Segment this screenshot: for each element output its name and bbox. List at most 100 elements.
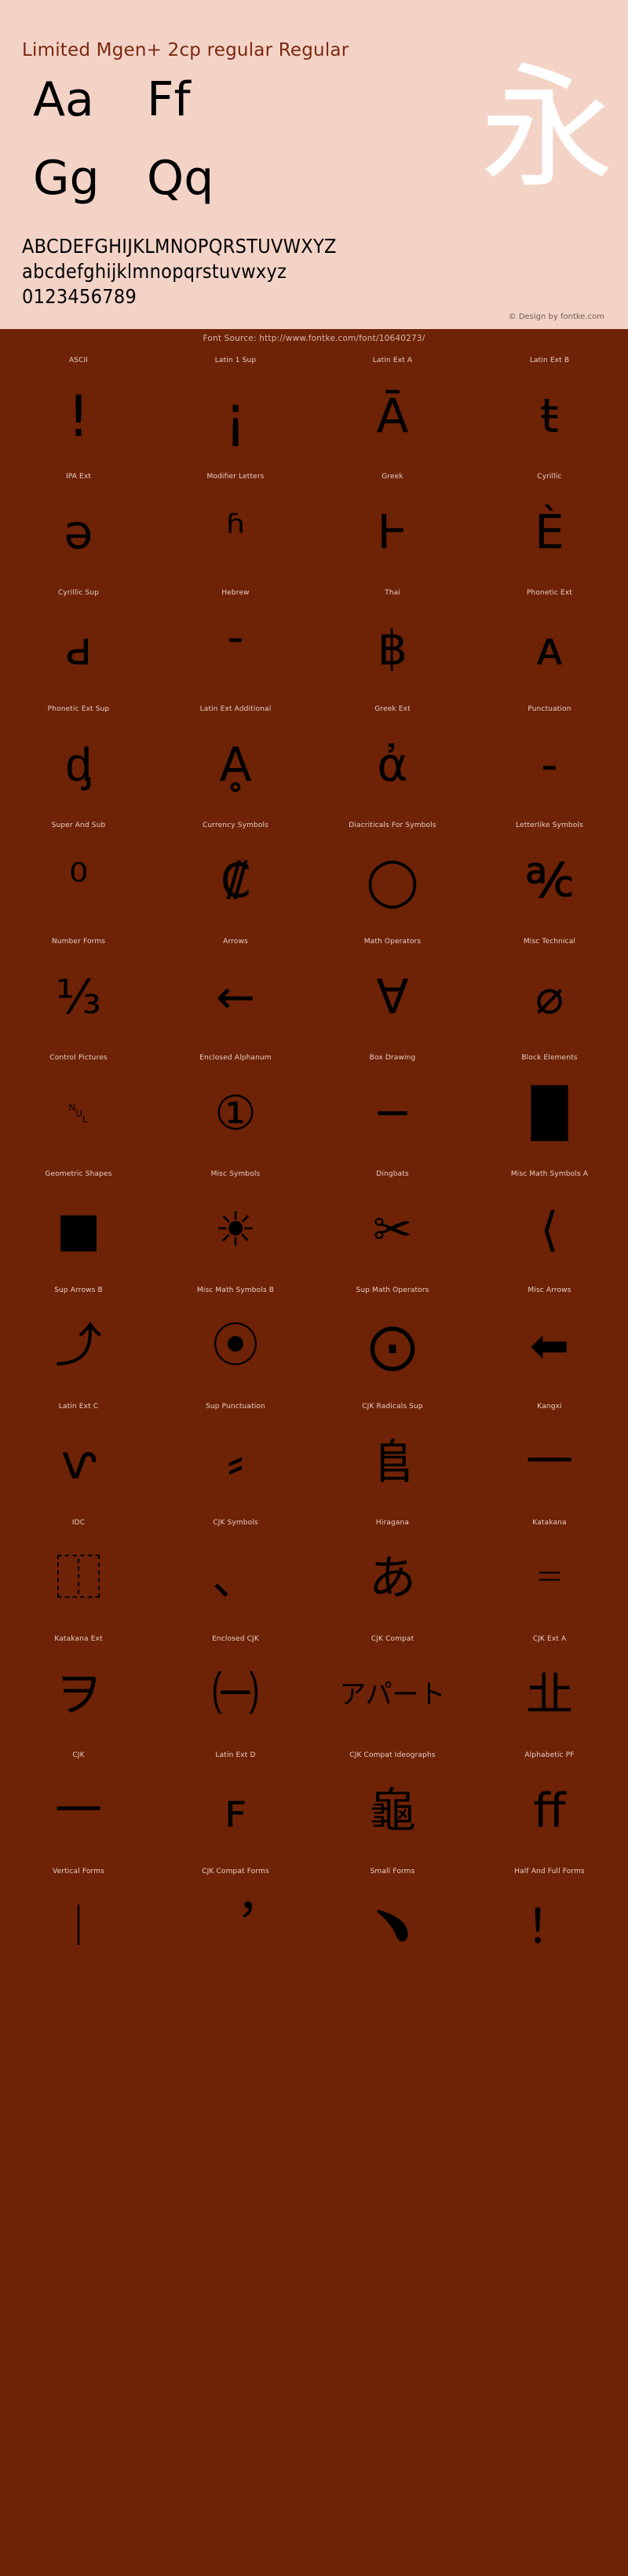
unicode-block-cell[interactable]: Alphabetic PF ﬀ xyxy=(471,1747,628,1863)
unicode-block-cell[interactable]: ASCII! xyxy=(0,352,157,468)
unicode-block-cell[interactable]: IDC ⿰ xyxy=(0,1514,157,1630)
unicode-block-cell[interactable]: Currency Symbols ₡ xyxy=(157,817,314,933)
unicode-block-label: CJK Compat Forms xyxy=(202,1868,269,1876)
unicode-block-cell[interactable]: Hiragana あ xyxy=(314,1514,471,1630)
unicode-block-cell[interactable]: Hebrew ־ xyxy=(157,584,314,701)
unicode-block-cell[interactable]: Geometric Shapes ■ xyxy=(0,1165,157,1282)
unicode-block-glyph: ︱ xyxy=(55,1900,102,1956)
unicode-block-cell[interactable]: Misc Arrows ⬅ xyxy=(471,1282,628,1398)
unicode-block-label: Diacriticals For Symbols xyxy=(349,821,436,830)
unicode-block-cell[interactable]: Misc Technical ⌀ xyxy=(471,933,628,1049)
unicode-block-cell[interactable]: Vertical Forms ︱ xyxy=(0,1863,157,1979)
block-row: CJK 一 Latin Ext D ꜰ CJK Compat Ideographs 龜 Al… xyxy=(0,1747,628,1863)
block-row: Geometric Shapes ■ Misc Symbols ☀ Dingbats ✂ M… xyxy=(0,1165,628,1282)
unicode-block-label: Arrows xyxy=(223,938,248,946)
unicode-block-label: ASCII xyxy=(68,357,89,365)
unicode-block-label: Phonetic Ext Sup xyxy=(47,705,110,714)
unicode-block-cell[interactable]: CJK Symbols 、 xyxy=(157,1514,314,1630)
unicode-block-cell[interactable]: Misc Symbols ☀ xyxy=(157,1165,314,1282)
unicode-block-cell[interactable]: Diacriticals For Symbols ◯ xyxy=(314,817,471,933)
block-row: Katakana Ext ヲ Enclosed CJK ㈠ CJK Compat アパート… xyxy=(0,1630,628,1747)
unicode-block-cell[interactable]: Punctuation ‐ xyxy=(471,701,628,817)
unicode-block-cell[interactable]: Latin Ext B ŧ xyxy=(471,352,628,468)
unicode-block-label: Modifier Letters xyxy=(206,473,265,481)
block-row: IPA Ext ǝ Modifier Letters ʱ Greek Ͱ Cyrillic È xyxy=(0,468,628,584)
unicode-block-label: Sup Arrows B xyxy=(54,1286,103,1295)
specimen-header: Limited Mgen+ 2cp regular Regular 永 Aa F… xyxy=(0,0,628,330)
unicode-block-label: IPA Ext xyxy=(65,473,92,481)
unicode-block-label: CJK Compat Ideographs xyxy=(349,1751,436,1760)
unicode-block-glyph: ⸗ xyxy=(228,1435,243,1491)
unicode-block-label: Alphabetic PF xyxy=(524,1751,575,1760)
unicode-block-cell[interactable]: Greek Ͱ xyxy=(314,468,471,584)
unicode-block-cell[interactable]: Latin Ext D ꜰ xyxy=(157,1747,314,1863)
block-row: Cyrillic Sup ԁ Hebrew ־ Thai ฿ Phonetic Ext ᴀ xyxy=(0,584,628,701)
unicode-block-cell[interactable]: Katakana Ext ヲ xyxy=(0,1630,157,1747)
unicode-block-cell[interactable]: Sup Math Operators ⨀ xyxy=(314,1282,471,1398)
unicode-block-glyph: ← xyxy=(215,970,256,1026)
unicode-block-glyph: ⌀ xyxy=(535,970,564,1026)
unicode-block-cell[interactable]: Number Forms ⅓ xyxy=(0,933,157,1049)
unicode-block-cell[interactable]: Cyrillic Sup ԁ xyxy=(0,584,157,701)
unicode-block-cell[interactable]: Small Forms ﹅ xyxy=(314,1863,471,1979)
unicode-block-cell[interactable]: Box Drawing ─ xyxy=(314,1049,471,1165)
unicode-block-cell[interactable]: Block Elements █ xyxy=(471,1049,628,1165)
unicode-block-cell[interactable]: Misc Math Symbols B ⦿ xyxy=(157,1282,314,1398)
unicode-block-cell[interactable]: Latin Ext Additional Ḁ xyxy=(157,701,314,817)
unicode-block-cell[interactable]: Cyrillic È xyxy=(471,468,628,584)
unicode-block-glyph: ⬅ xyxy=(529,1319,570,1374)
unicode-block-cell[interactable]: CJK Compat Forms ︐ xyxy=(157,1863,314,1979)
unicode-block-cell[interactable]: Dingbats ✂ xyxy=(314,1165,471,1282)
unicode-block-cell[interactable]: CJK Ext A 㐀 xyxy=(471,1630,628,1747)
block-row: Control Pictures ␀ Enclosed Alphanum ① Box D… xyxy=(0,1049,628,1165)
large-sample-gg: Gg xyxy=(33,151,100,207)
unicode-block-glyph: ︐ xyxy=(212,1900,259,1956)
large-sample-grid: 永 Aa Ff Gg Qq xyxy=(0,60,628,229)
unicode-block-label: Greek Ext xyxy=(374,705,411,714)
unicode-block-cell[interactable]: Latin 1 Sup ¡ xyxy=(157,352,314,468)
unicode-block-cell[interactable]: Phonetic Ext ᴀ xyxy=(471,584,628,701)
unicode-block-cell[interactable]: Enclosed Alphanum ① xyxy=(157,1049,314,1165)
unicode-block-label: Katakana xyxy=(532,1519,567,1528)
unicode-block-cell[interactable]: Letterlike Symbols ℀ xyxy=(471,817,628,933)
unicode-block-glyph: Ā xyxy=(376,389,409,445)
unicode-block-cell[interactable]: Katakana ゠ xyxy=(471,1514,628,1630)
unicode-block-cell[interactable]: IPA Ext ǝ xyxy=(0,468,157,584)
unicode-block-glyph: ∀ xyxy=(376,970,409,1026)
unicode-block-glyph: 、 xyxy=(212,1551,259,1607)
unicode-block-cell[interactable]: Arrows ← xyxy=(157,933,314,1049)
unicode-block-cell[interactable]: Enclosed CJK ㈠ xyxy=(157,1630,314,1747)
font-source-bar[interactable]: Font Source: http://www.fontke.com/font/… xyxy=(0,329,628,349)
unicode-block-cell[interactable]: Greek Ext ἀ xyxy=(314,701,471,817)
unicode-block-cell[interactable]: Latin Ext A Ā xyxy=(314,352,471,468)
unicode-block-label: Latin Ext Additional xyxy=(199,705,272,714)
unicode-block-cell[interactable]: Phonetic Ext Sup ᶁ xyxy=(0,701,157,817)
unicode-block-cell[interactable]: Latin Ext C ⱱ xyxy=(0,1398,157,1514)
block-row: Number Forms ⅓ Arrows ← Math Operators ∀ Misc … xyxy=(0,933,628,1049)
unicode-block-cell[interactable]: Half And Full Forms ！ xyxy=(471,1863,628,1979)
unicode-block-glyph: ⱱ xyxy=(60,1435,97,1491)
unicode-block-cell[interactable]: Sup Arrows B ⤴ xyxy=(0,1282,157,1398)
unicode-block-cell[interactable]: Misc Math Symbols A ⟨ xyxy=(471,1165,628,1282)
unicode-block-glyph: ʱ xyxy=(226,505,245,561)
unicode-block-cell[interactable]: CJK Radicals Sup ⻕ xyxy=(314,1398,471,1514)
unicode-block-cell[interactable]: CJK Compat Ideographs 龜 xyxy=(314,1747,471,1863)
unicode-block-cell[interactable]: CJK 一 xyxy=(0,1747,157,1863)
unicode-block-glyph: ־ xyxy=(227,621,244,677)
unicode-block-cell[interactable]: CJK Compat アパート xyxy=(314,1630,471,1747)
unicode-block-label: Math Operators xyxy=(363,938,422,946)
unicode-block-cell[interactable]: Control Pictures ␀ xyxy=(0,1049,157,1165)
unicode-block-cell[interactable]: Thai ฿ xyxy=(314,584,471,701)
unicode-block-label: Latin 1 Sup xyxy=(214,357,257,365)
unicode-block-cell[interactable]: Modifier Letters ʱ xyxy=(157,468,314,584)
large-sample-aa: Aa xyxy=(33,72,94,128)
unicode-block-cell[interactable]: Super And Sub ⁰ xyxy=(0,817,157,933)
unicode-block-label: Control Pictures xyxy=(49,1054,108,1063)
cjk-sample-glyph: 永 xyxy=(480,51,614,207)
unicode-block-cell[interactable]: Sup Punctuation ⸗ xyxy=(157,1398,314,1514)
unicode-block-glyph: あ xyxy=(369,1551,416,1607)
unicode-block-cell[interactable]: Math Operators ∀ xyxy=(314,933,471,1049)
unicode-block-label: CJK Symbols xyxy=(213,1519,258,1528)
unicode-block-label: CJK Ext A xyxy=(532,1635,567,1644)
unicode-block-cell[interactable]: Kangxi 一 xyxy=(471,1398,628,1514)
